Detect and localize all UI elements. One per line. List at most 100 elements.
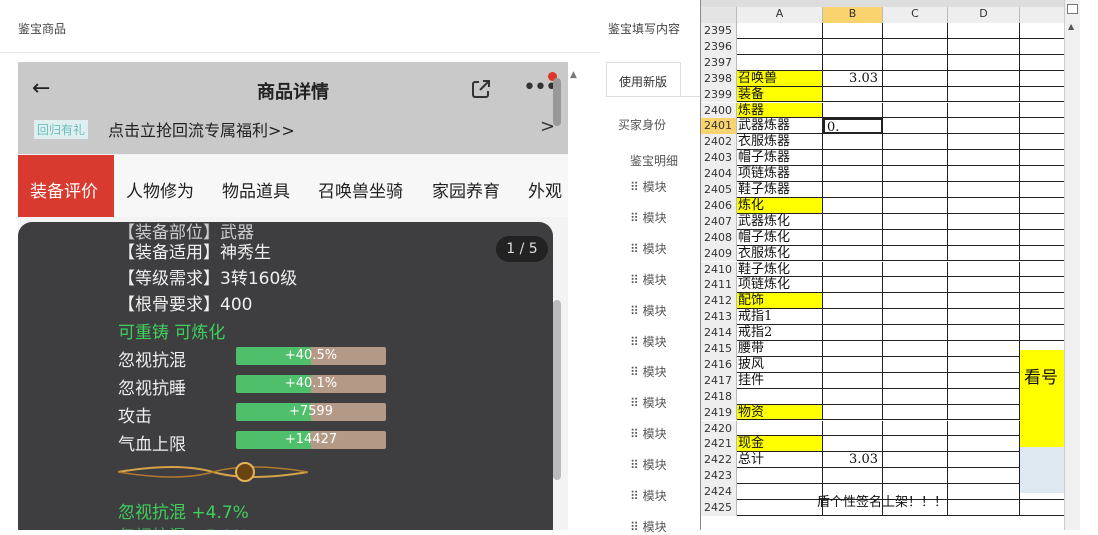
row-number[interactable]: 2411 (701, 277, 737, 294)
row-number[interactable]: 2395 (701, 23, 737, 39)
sheet-cell[interactable] (948, 277, 1020, 294)
tab-home[interactable]: 家园养育 (432, 177, 500, 202)
row-number[interactable]: 2418 (701, 388, 737, 405)
module-row[interactable]: ⠿ 模块 (630, 456, 667, 473)
blue-cell[interactable] (1020, 447, 1065, 493)
sheet-cell[interactable]: 物资 (737, 404, 823, 421)
sheet-cell[interactable]: 武器炼器 (737, 118, 823, 135)
sheet-cell[interactable] (1020, 309, 1065, 326)
drag-handle-icon[interactable]: ⠿ (630, 304, 643, 318)
module-row[interactable]: ⠿ 模块 (630, 425, 667, 442)
sheet-cell[interactable] (948, 325, 1020, 341)
sheet-cell[interactable] (737, 500, 823, 516)
row-number[interactable]: 2410 (701, 261, 737, 278)
sheet-cell[interactable] (823, 420, 883, 437)
row-number[interactable]: 2402 (701, 134, 737, 151)
sheet-cell[interactable] (948, 86, 1020, 103)
row-number[interactable]: 2405 (701, 182, 737, 198)
row-number[interactable]: 2408 (701, 229, 737, 246)
module-row[interactable]: ⠿ 模块 (630, 302, 667, 319)
sheet-cell[interactable] (948, 245, 1020, 262)
select-all-corner[interactable] (701, 7, 737, 23)
tab-items[interactable]: 物品道具 (222, 177, 290, 202)
sheet-cell[interactable] (883, 197, 948, 214)
sheet-cell[interactable] (883, 388, 948, 405)
module-row[interactable]: ⠿ 模块 (630, 363, 667, 380)
sheet-cell[interactable] (1020, 261, 1065, 278)
sheet-cell[interactable]: 项链炼化 (737, 277, 823, 294)
sheet-cell[interactable] (737, 54, 823, 71)
sheet-cell[interactable] (1020, 38, 1065, 55)
row-number[interactable]: 2419 (701, 404, 737, 421)
drag-handle-icon[interactable]: ⠿ (630, 365, 643, 379)
drag-handle-icon[interactable]: ⠿ (630, 211, 643, 225)
sheet-cell[interactable] (737, 468, 823, 485)
sheet-cell[interactable]: 戒指1 (737, 309, 823, 326)
sheet-cell[interactable]: 配饰 (737, 293, 823, 310)
sheet-cell[interactable] (948, 436, 1020, 453)
sheet-cell[interactable] (883, 54, 948, 71)
sheet-cell[interactable] (1020, 54, 1065, 71)
sheet-cell[interactable] (823, 356, 883, 373)
sheet-cell[interactable] (948, 420, 1020, 437)
sheet-cell[interactable] (1020, 166, 1065, 182)
row-number[interactable]: 2417 (701, 372, 737, 389)
column-header-d[interactable]: D (948, 7, 1020, 23)
sheet-cell[interactable] (948, 500, 1020, 516)
module-row[interactable]: ⠿ 模块 (630, 271, 667, 288)
sheet-cell[interactable] (948, 150, 1020, 167)
sheet-cell[interactable] (823, 54, 883, 71)
sheet-cell[interactable] (883, 420, 948, 437)
sheet-cell[interactable] (823, 341, 883, 357)
row-number[interactable]: 2403 (701, 150, 737, 167)
sheet-cell[interactable] (883, 23, 948, 39)
sheet-cell[interactable] (1020, 134, 1065, 151)
sheet-cell[interactable] (883, 277, 948, 294)
sheet-cell[interactable] (948, 356, 1020, 373)
row-number[interactable]: 2420 (701, 420, 737, 437)
sheet-cell[interactable]: 披风 (737, 356, 823, 373)
sheet-cell[interactable] (1020, 182, 1065, 198)
sheet-cell[interactable] (823, 404, 883, 421)
tab-appearance[interactable]: 外观 (528, 177, 562, 202)
sheet-cell[interactable]: 炼器 (737, 102, 823, 119)
sheet-cell[interactable] (823, 197, 883, 214)
column-header-c[interactable]: C (883, 7, 948, 23)
scroll-up-icon[interactable]: ▲ (1068, 22, 1074, 31)
sheet-cell[interactable] (948, 468, 1020, 485)
tab-character[interactable]: 人物修为 (126, 177, 194, 202)
sheet-cell[interactable]: 帽子炼化 (737, 229, 823, 246)
sheet-cell[interactable] (883, 229, 948, 246)
sheet-cell[interactable] (1020, 229, 1065, 246)
sheet-cell[interactable] (1020, 293, 1065, 310)
sheet-cell[interactable] (883, 182, 948, 198)
scrollbar-thumb[interactable] (553, 78, 561, 126)
sheet-cell[interactable] (823, 23, 883, 39)
share-icon[interactable] (470, 78, 492, 105)
sheet-cell[interactable] (883, 38, 948, 55)
row-number[interactable]: 2424 (701, 484, 737, 500)
sheet-cell[interactable]: 挂件 (737, 372, 823, 389)
module-row[interactable]: ⠿ 模块 (630, 394, 667, 411)
sheet-cell[interactable]: 鞋子炼化 (737, 261, 823, 278)
module-row[interactable]: ⠿ 模块 (630, 240, 667, 257)
sheet-cell[interactable] (823, 150, 883, 167)
sheet-cell[interactable] (1020, 197, 1065, 214)
sheet-cell[interactable]: 召唤兽 (737, 70, 823, 87)
module-row[interactable]: ⠿ 模块 (630, 518, 667, 535)
row-number[interactable]: 2400 (701, 102, 737, 119)
row-number[interactable]: 2416 (701, 356, 737, 373)
row-number[interactable]: 2407 (701, 213, 737, 230)
module-row[interactable]: ⠿ 模块 (630, 487, 667, 504)
row-number[interactable]: 2409 (701, 245, 737, 262)
sheet-cell[interactable]: 3.03 (823, 70, 883, 87)
row-number[interactable]: 2406 (701, 197, 737, 214)
sheet-cell[interactable] (1020, 150, 1065, 167)
sheet-scrollbar[interactable]: ▲ (1064, 0, 1080, 530)
sheet-cell[interactable] (948, 197, 1020, 214)
sheet-cell[interactable] (737, 23, 823, 39)
sheet-cell[interactable] (948, 38, 1020, 55)
sheet-cell[interactable] (948, 213, 1020, 230)
module-row[interactable]: ⠿ 模块 (630, 333, 667, 350)
sheet-cell[interactable] (823, 86, 883, 103)
